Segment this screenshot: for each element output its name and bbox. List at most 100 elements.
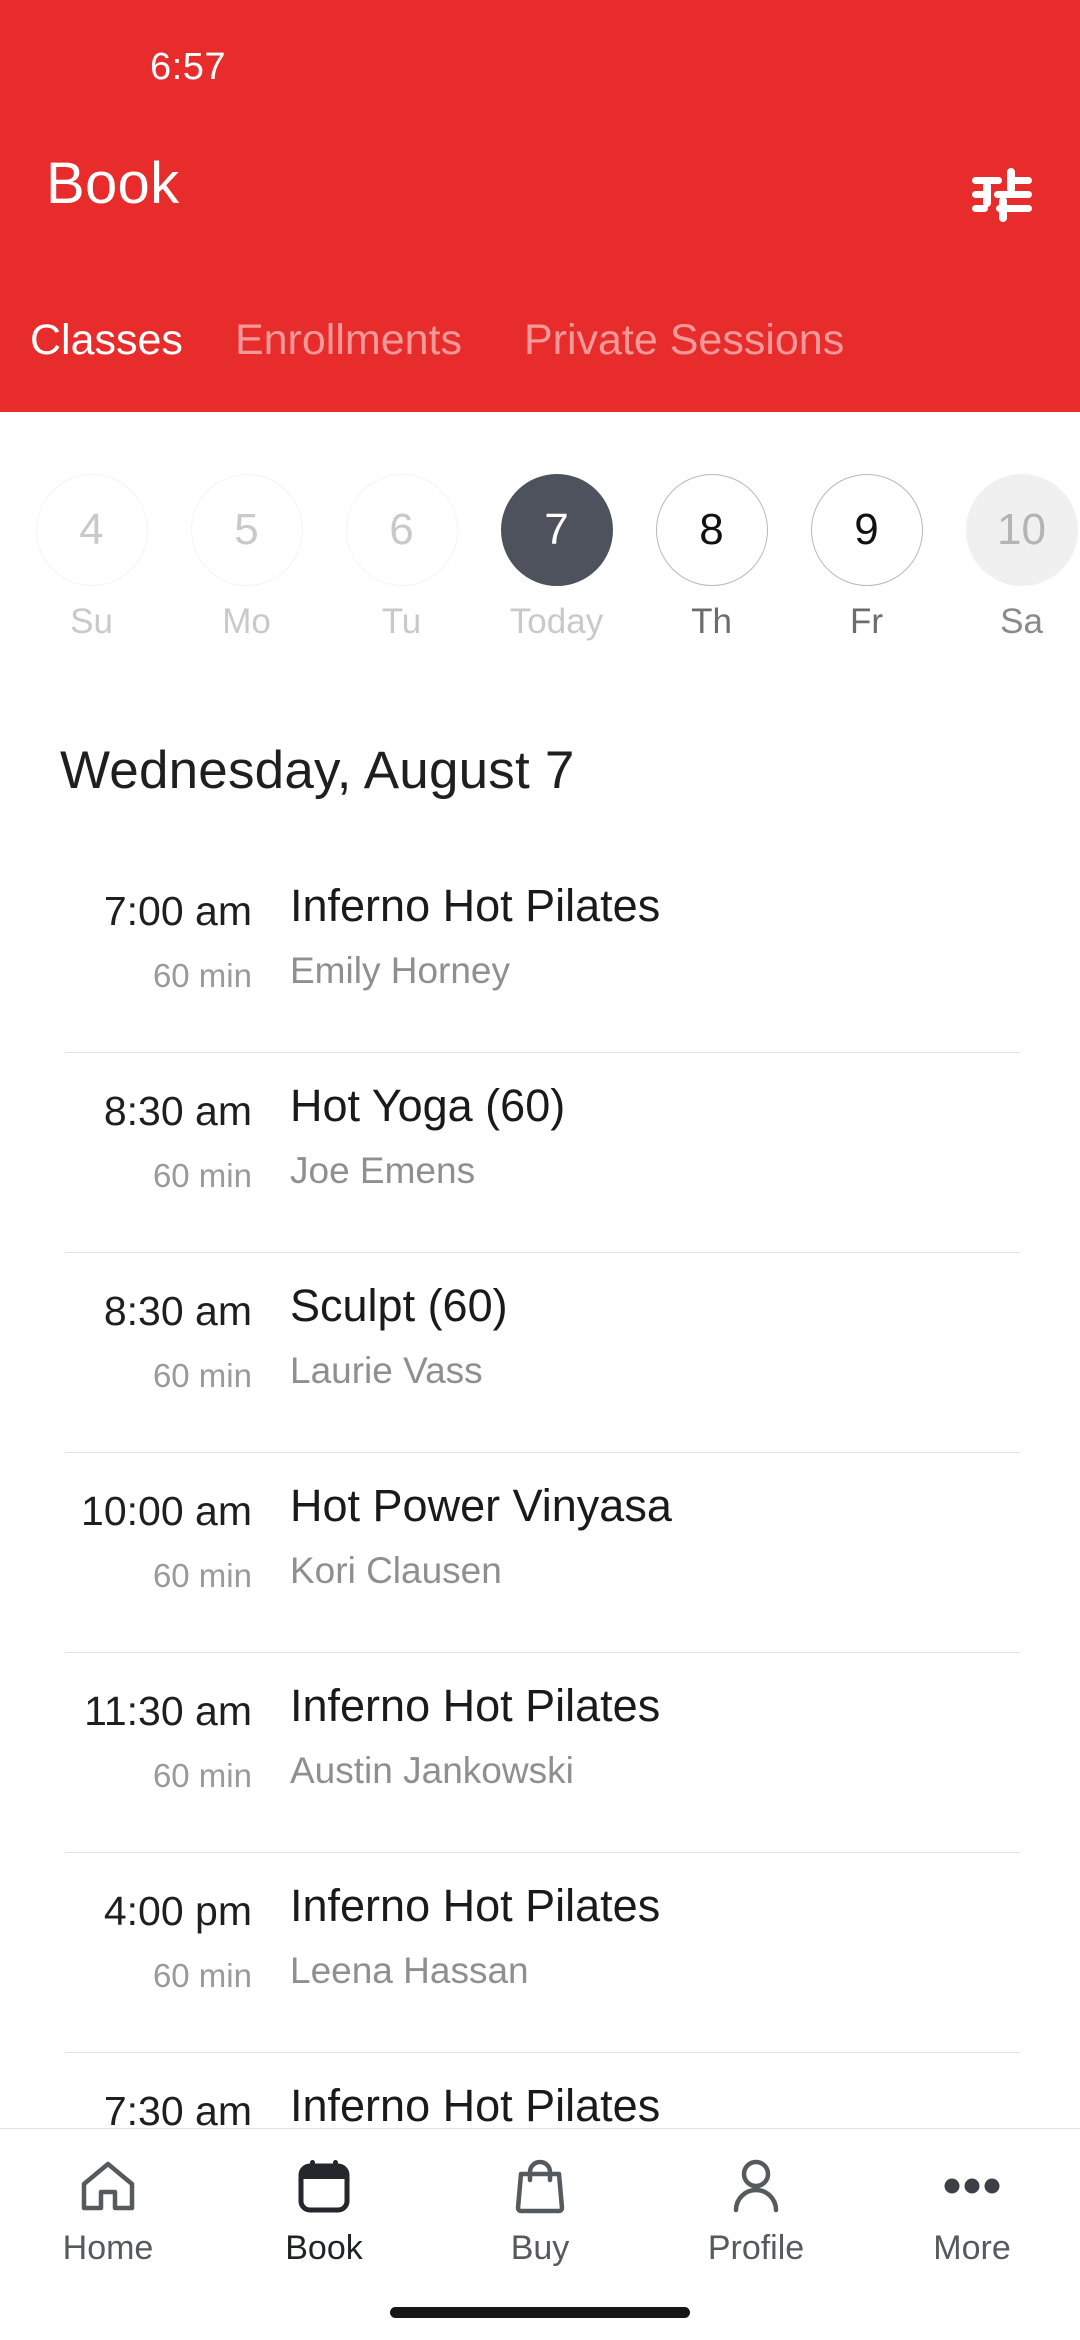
date-cell-6[interactable]: 6 Tu [324, 412, 479, 642]
calendar-icon [295, 2157, 353, 2215]
class-row[interactable]: 10:00 am 60 min Hot Power Vinyasa Kori C… [0, 1452, 1080, 1652]
class-instructor: Laurie Vass [290, 1350, 483, 1391]
class-duration: 60 min [152, 1957, 252, 1994]
class-time: 7:00 am [103, 888, 252, 934]
class-time-column: 4:00 pm 60 min [70, 1852, 252, 1995]
class-instructor: Leena Hassan [290, 1950, 529, 1991]
date-label-10: Sa [1000, 602, 1043, 641]
nav-label-book: Book [285, 2229, 363, 2267]
class-time-column: 7:00 am 60 min [70, 852, 252, 995]
tab-private-sessions[interactable]: Private Sessions [524, 316, 844, 365]
class-instructor: Emily Horney [290, 950, 510, 991]
class-time: 7:30 am [103, 2088, 252, 2128]
status-bar-clock: 6:57 [150, 46, 226, 88]
tab-enrollments[interactable]: Enrollments [235, 316, 462, 365]
class-row[interactable]: 8:30 am 60 min Sculpt (60) Laurie Vass [0, 1252, 1080, 1452]
date-label-6: Tu [381, 602, 422, 641]
class-info-column: Inferno Hot Pilates Austin Jankowski [290, 1652, 660, 1792]
class-name: Hot Power Vinyasa [290, 1480, 672, 1531]
date-number-10: 10 [965, 474, 1078, 586]
class-time-column: 10:00 am 60 min [70, 1452, 252, 1595]
date-strip-track: 4 Su 5 Mo 6 Tu 7 Today 8 Th 9 Fr 10 Sa [14, 412, 1080, 642]
date-label-4: Su [70, 602, 113, 641]
app-screen: 6:57 Book Classes Enrollments Private Se… [0, 0, 1080, 2340]
tune-sliders-icon [970, 166, 1034, 224]
class-instructor: Joe Emens [290, 1150, 476, 1191]
class-instructor: Austin Jankowski [290, 1750, 574, 1791]
class-info-column: Inferno Hot Pilates [290, 2052, 660, 2128]
class-duration: 60 min [152, 1357, 252, 1394]
class-info-column: Inferno Hot Pilates Leena Hassan [290, 1852, 660, 1992]
page-title: Book [46, 151, 180, 216]
class-info-column: Sculpt (60) Laurie Vass [290, 1252, 508, 1392]
class-row[interactable]: 4:00 pm 60 min Inferno Hot Pilates Leena… [0, 1852, 1080, 2052]
app-header: 6:57 Book Classes Enrollments Private Se… [0, 0, 1080, 412]
header-tabs: Classes Enrollments Private Sessions [0, 316, 1080, 412]
date-number-5: 5 [190, 474, 303, 586]
nav-item-home[interactable]: Home [0, 2129, 216, 2268]
date-label-5: Mo [222, 602, 271, 641]
nav-label-more: More [933, 2229, 1011, 2267]
class-info-column: Hot Yoga (60) Joe Emens [290, 1052, 565, 1192]
date-cell-5[interactable]: 5 Mo [169, 412, 324, 642]
date-label-8: Th [691, 602, 732, 641]
class-name: Inferno Hot Pilates [290, 880, 661, 931]
date-cell-4[interactable]: 4 Su [14, 412, 169, 642]
ellipsis-icon [943, 2157, 1001, 2215]
class-time-column: 8:30 am 60 min [70, 1252, 252, 1395]
class-instructor: Kori Clausen [290, 1550, 502, 1591]
filter-button[interactable] [970, 166, 1034, 224]
date-cell-8[interactable]: 8 Th [634, 412, 789, 642]
class-info-column: Hot Power Vinyasa Kori Clausen [290, 1452, 672, 1592]
header-title-row: Book [0, 148, 1080, 258]
day-heading: Wednesday, August 7 [60, 741, 575, 800]
date-cell-9[interactable]: 9 Fr [789, 412, 944, 642]
date-label-9: Fr [849, 602, 884, 641]
date-number-8: 8 [655, 474, 768, 586]
home-indicator [390, 2307, 690, 2318]
class-name: Sculpt (60) [290, 1280, 508, 1331]
class-info-column: Inferno Hot Pilates Emily Horney [290, 852, 660, 992]
class-row[interactable]: 11:30 am 60 min Inferno Hot Pilates Aust… [0, 1652, 1080, 1852]
date-label-today: Today [509, 602, 604, 641]
class-time-column: 11:30 am 60 min [70, 1652, 252, 1795]
class-duration: 60 min [152, 957, 252, 994]
date-cell-today[interactable]: 7 Today [479, 412, 634, 642]
class-time: 4:00 pm [103, 1888, 252, 1934]
nav-item-buy[interactable]: Buy [432, 2129, 648, 2268]
class-time: 11:30 am [84, 1688, 252, 1734]
class-time: 8:30 am [103, 1088, 252, 1134]
class-time-column: 7:30 am [70, 2052, 252, 2128]
class-duration: 60 min [152, 1757, 252, 1794]
class-name: Inferno Hot Pilates [290, 1680, 661, 1731]
class-time: 8:30 am [103, 1288, 252, 1334]
date-strip[interactable]: 4 Su 5 Mo 6 Tu 7 Today 8 Th 9 Fr 10 Sa [0, 412, 1080, 670]
nav-label-profile: Profile [707, 2229, 805, 2267]
class-time-column: 8:30 am 60 min [70, 1052, 252, 1195]
nav-label-buy: Buy [510, 2229, 570, 2267]
tab-classes[interactable]: Classes [30, 316, 183, 365]
class-duration: 60 min [152, 1557, 252, 1594]
class-duration: 60 min [152, 1157, 252, 1194]
class-row[interactable]: 8:30 am 60 min Hot Yoga (60) Joe Emens [0, 1052, 1080, 1252]
status-bar: 6:57 [0, 0, 1080, 110]
person-icon [727, 2157, 785, 2215]
class-name: Inferno Hot Pilates [290, 2080, 661, 2128]
class-row[interactable]: 7:30 am Inferno Hot Pilates [0, 2052, 1080, 2128]
shopping-bag-icon [511, 2157, 569, 2215]
nav-item-profile[interactable]: Profile [648, 2129, 864, 2268]
date-number-6: 6 [345, 474, 458, 586]
class-list[interactable]: 7:00 am 60 min Inferno Hot Pilates Emily… [0, 852, 1080, 2128]
class-name: Inferno Hot Pilates [290, 1880, 661, 1931]
house-icon [79, 2157, 137, 2215]
class-name: Hot Yoga (60) [290, 1080, 566, 1131]
date-number-9: 9 [810, 474, 923, 586]
nav-item-book[interactable]: Book [216, 2129, 432, 2268]
date-number-4: 4 [35, 474, 148, 586]
class-row[interactable]: 7:00 am 60 min Inferno Hot Pilates Emily… [0, 852, 1080, 1052]
date-number-7: 7 [500, 474, 613, 586]
nav-label-home: Home [62, 2229, 154, 2267]
date-cell-10[interactable]: 10 Sa [944, 412, 1080, 642]
nav-item-more[interactable]: More [864, 2129, 1080, 2268]
class-time: 10:00 am [81, 1488, 252, 1534]
